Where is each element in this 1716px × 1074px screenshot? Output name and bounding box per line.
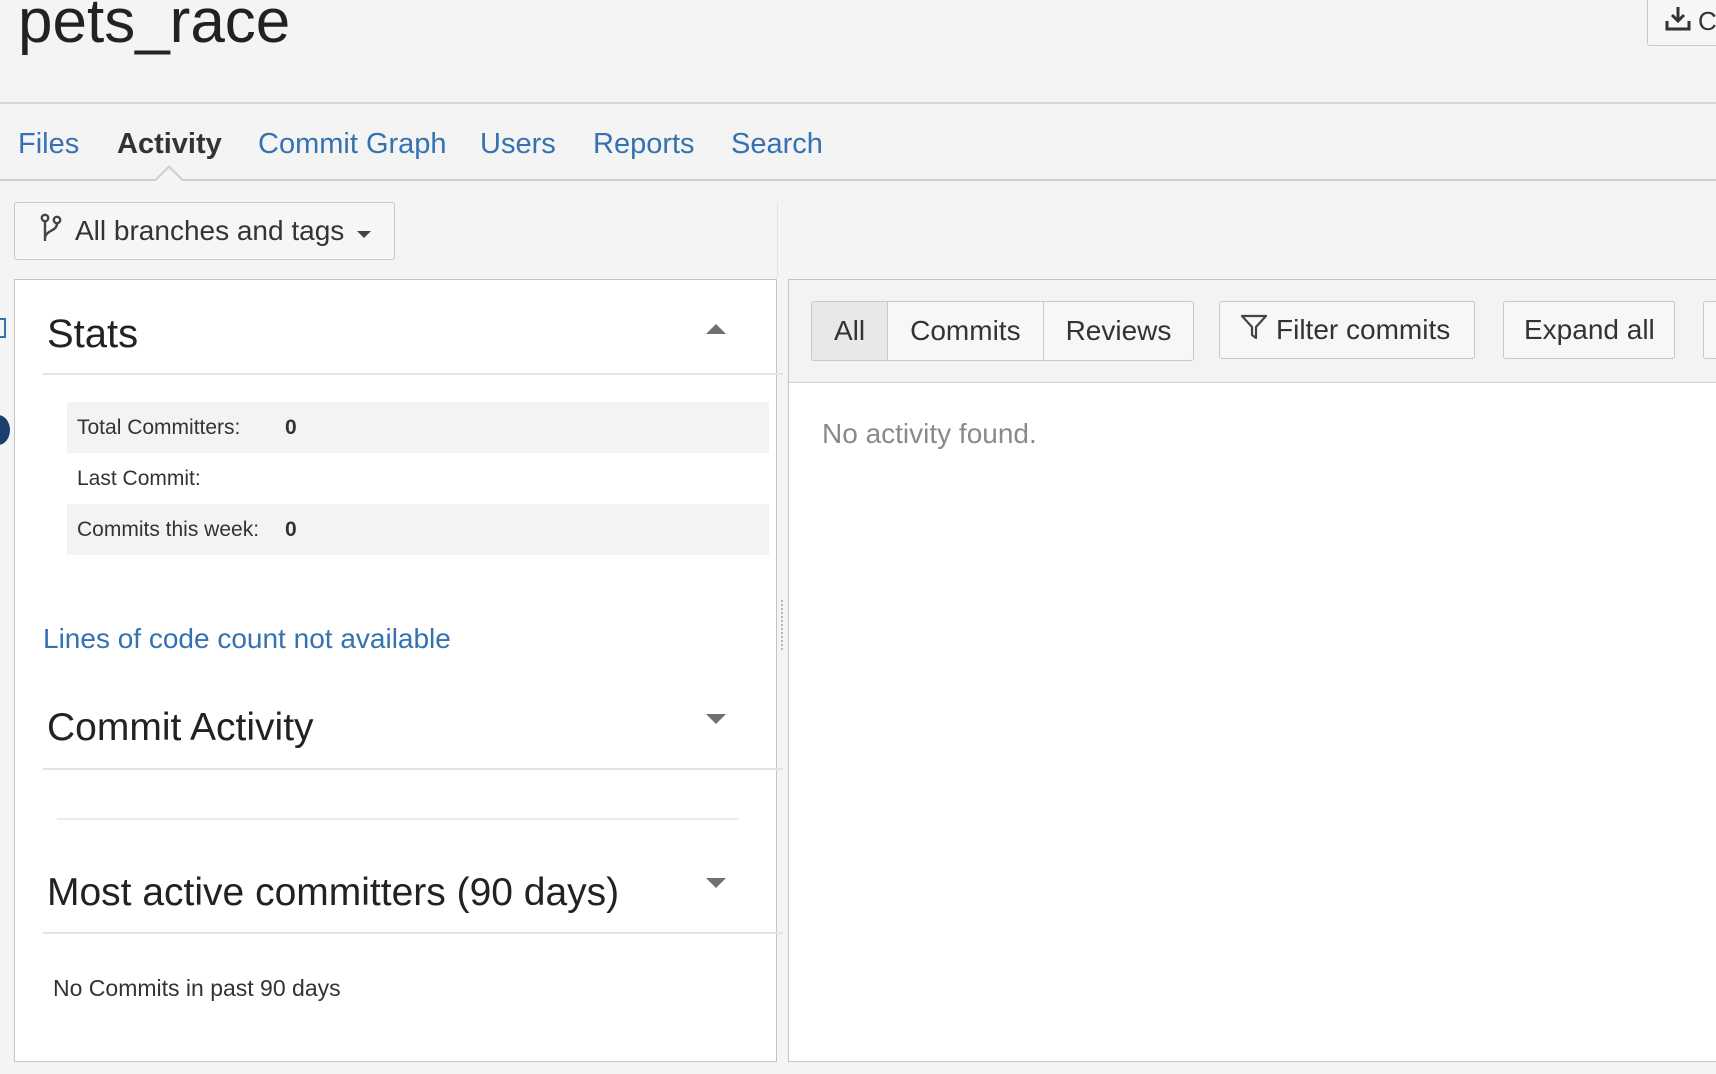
tab-files[interactable]: Files: [18, 124, 79, 164]
filter-commits-button[interactable]: Commits: [888, 302, 1044, 360]
loc-count-link[interactable]: Lines of code count not available: [43, 623, 451, 655]
filter-reviews-button[interactable]: Reviews: [1044, 302, 1194, 360]
stats-value: 0: [285, 415, 297, 439]
funnel-icon: [1240, 313, 1268, 348]
branch-icon: [39, 213, 63, 250]
stats-label: Commits this week:: [77, 517, 260, 541]
commit-activity-heading: Commit Activity: [47, 706, 314, 749]
most-active-expand-toggle[interactable]: [706, 878, 726, 888]
stats-heading: Stats: [47, 312, 139, 356]
stats-row-total-committers: Total Committers: 0: [67, 402, 769, 453]
tab-search[interactable]: Search: [731, 124, 823, 164]
chevron-down-icon: [356, 215, 372, 247]
stats-label: Total Committers:: [77, 415, 241, 439]
expand-all-button[interactable]: Expand all: [1503, 301, 1675, 359]
toolbar-overflow-button[interactable]: [1703, 301, 1716, 359]
sidebar-edge-icon: [0, 318, 6, 338]
tab-reports[interactable]: Reports: [593, 124, 695, 164]
activity-toolbar: All Commits Reviews Filter commits Expan…: [789, 280, 1716, 383]
tab-activity[interactable]: Activity: [117, 124, 222, 164]
stats-collapse-toggle[interactable]: [706, 324, 726, 334]
nav-divider: [0, 179, 1716, 181]
download-label: C: [1698, 5, 1716, 36]
branch-selector-label: All branches and tags: [75, 215, 345, 246]
filter-commits-button[interactable]: Filter commits: [1219, 301, 1475, 359]
stats-value: 0: [285, 517, 297, 541]
activity-filter-group: All Commits Reviews: [811, 301, 1195, 361]
activity-panel: All Commits Reviews Filter commits Expan…: [788, 279, 1716, 1062]
repo-nav: Files Activity Commit Graph Users Report…: [0, 104, 1716, 180]
branch-selector[interactable]: All branches and tags: [14, 202, 395, 260]
stats-panel: Stats Total Committers: 0 Last Commit: C…: [14, 279, 783, 1062]
tab-users[interactable]: Users: [480, 124, 556, 164]
stats-row-last-commit: Last Commit:: [67, 453, 769, 504]
footer: [0, 1062, 1716, 1074]
stats-row-commits-this-week: Commits this week: 0: [67, 504, 769, 555]
expand-all-label: Expand all: [1524, 314, 1655, 345]
download-button[interactable]: C: [1647, 0, 1716, 46]
no-commits-message: No Commits in past 90 days: [53, 975, 341, 1001]
most-active-heading: Most active committers (90 days): [47, 871, 620, 914]
commit-activity-expand-toggle[interactable]: [706, 714, 726, 724]
panel-resize-handle[interactable]: [778, 600, 786, 652]
sidebar-edge-dot: [0, 415, 10, 445]
filter-all-button[interactable]: All: [812, 302, 889, 360]
filter-commits-label: Filter commits: [1276, 314, 1451, 345]
stats-label: Last Commit:: [77, 466, 201, 490]
no-activity-message: No activity found.: [822, 418, 1037, 449]
download-icon: [1664, 4, 1692, 39]
repo-title: pets_race: [18, 0, 291, 56]
tab-commit-graph[interactable]: Commit Graph: [258, 124, 447, 164]
